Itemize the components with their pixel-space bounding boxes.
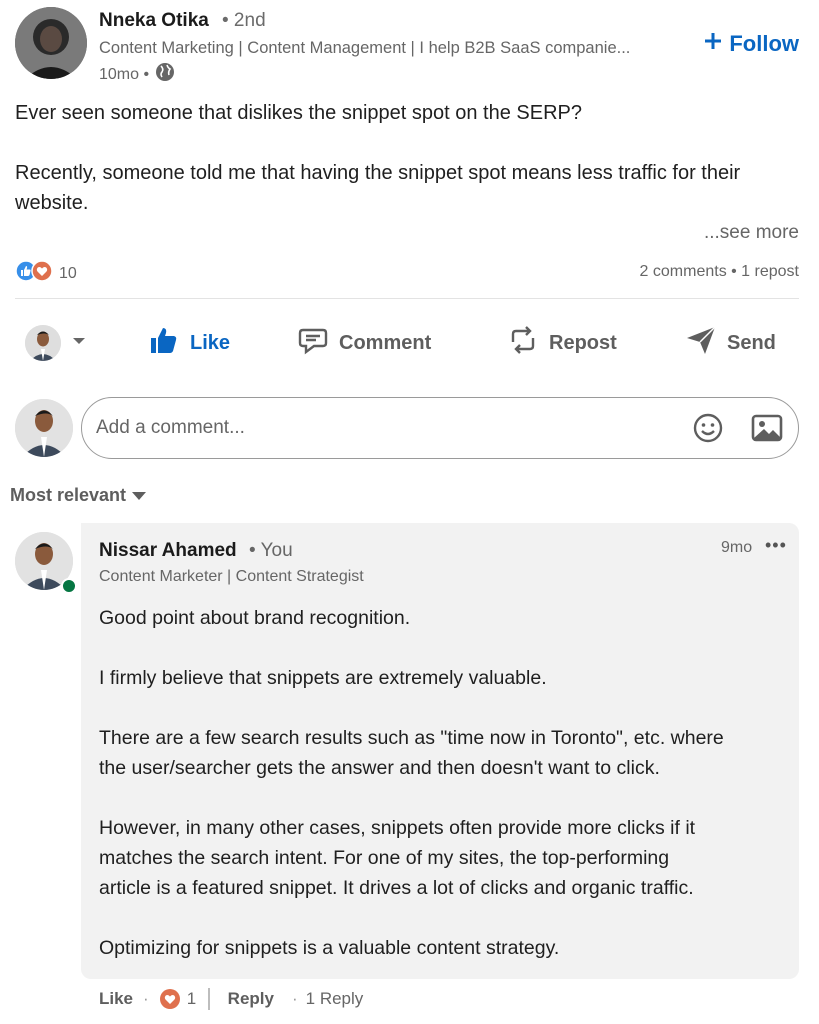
globe-icon [155, 62, 175, 87]
comment-text-line: article is a featured snippet. It drives… [99, 877, 694, 899]
action-bar: Like Comment Repost Send [15, 318, 799, 368]
comment-text-line: Optimizing for snippets is a valuable co… [99, 937, 560, 959]
post-text-line: website. [15, 192, 89, 214]
post-time: 10mo • [99, 65, 150, 83]
social-counts[interactable]: 2 comments • 1 repost [640, 263, 799, 281]
comment-text-line: I firmly believe that snippets are extre… [99, 667, 547, 689]
sort-dropdown[interactable]: Most relevant [10, 485, 147, 506]
comment-reply-button[interactable]: Reply [228, 989, 274, 1009]
comment-text-line: the user/searcher gets the answer and th… [99, 757, 660, 779]
follow-button[interactable]: Follow [703, 31, 799, 57]
avatar [25, 325, 61, 361]
post-text-line: Ever seen someone that dislikes the snip… [15, 102, 583, 124]
reaction-icons [15, 260, 53, 287]
caret-down-icon [132, 485, 147, 506]
separator: · [143, 989, 149, 1008]
comment-actions: Like · 1 Reply · 1 Reply [99, 985, 363, 1013]
image-icon[interactable] [751, 413, 783, 448]
actor-switcher[interactable] [25, 318, 87, 368]
reply-count-link[interactable]: 1 Reply [306, 989, 364, 1009]
commenter-tag: • You [249, 540, 293, 561]
like-button[interactable]: Like [148, 318, 230, 368]
comment-more-button[interactable]: ••• [765, 535, 787, 556]
author-headline: Content Marketing | Content Management |… [99, 39, 631, 57]
post-meta: 10mo • [99, 62, 175, 87]
comment-reaction-count[interactable]: 1 [187, 989, 196, 1009]
reactions-summary[interactable]: 10 [15, 260, 77, 287]
commenter-name[interactable]: Nissar Ahamed [99, 540, 237, 562]
send-button[interactable]: Send [685, 318, 776, 368]
comment-text-line: However, in many other cases, snippets o… [99, 817, 696, 839]
reaction-count: 10 [59, 264, 77, 282]
sort-label: Most relevant [10, 485, 127, 505]
current-user-avatar[interactable] [15, 399, 73, 457]
online-status-icon [61, 578, 77, 594]
post-text-line: Recently, someone told me that having th… [15, 162, 741, 184]
heart-icon [159, 988, 181, 1010]
comment-time: 9mo [721, 539, 753, 556]
connection-degree: • 2nd [222, 10, 266, 31]
author-name[interactable]: Nneka Otika [99, 10, 209, 32]
plus-icon [703, 31, 723, 57]
comment-icon [297, 324, 329, 362]
separator: · [291, 989, 298, 1008]
comment-text-line: Good point about brand recognition. [99, 607, 411, 629]
repost-label: Repost [549, 331, 617, 354]
like-label: Like [190, 331, 231, 354]
divider [15, 298, 799, 299]
repost-icon [507, 324, 539, 362]
divider [208, 988, 210, 1010]
comment-like-button[interactable]: Like [99, 989, 133, 1009]
emoji-icon[interactable] [692, 412, 724, 449]
chevron-down-icon [71, 332, 87, 355]
comment-text-line: matches the search intent. For one of my… [99, 847, 670, 869]
thumbs-up-icon [148, 324, 180, 362]
send-label: Send [727, 331, 776, 354]
see-more-link[interactable]: ...see more [704, 222, 799, 244]
comment-text-line: There are a few search results such as "… [99, 727, 724, 749]
commenter-headline: Content Marketer | Content Strategist [99, 568, 364, 585]
comment-button[interactable]: Comment [297, 318, 431, 368]
comment-label: Comment [339, 331, 432, 354]
repost-button[interactable]: Repost [507, 318, 617, 368]
author-avatar[interactable] [15, 7, 87, 79]
follow-label: Follow [729, 31, 799, 56]
love-reaction-icon [31, 260, 53, 287]
comment-input[interactable] [96, 412, 676, 444]
send-icon [685, 324, 717, 362]
comment-box [81, 397, 799, 459]
